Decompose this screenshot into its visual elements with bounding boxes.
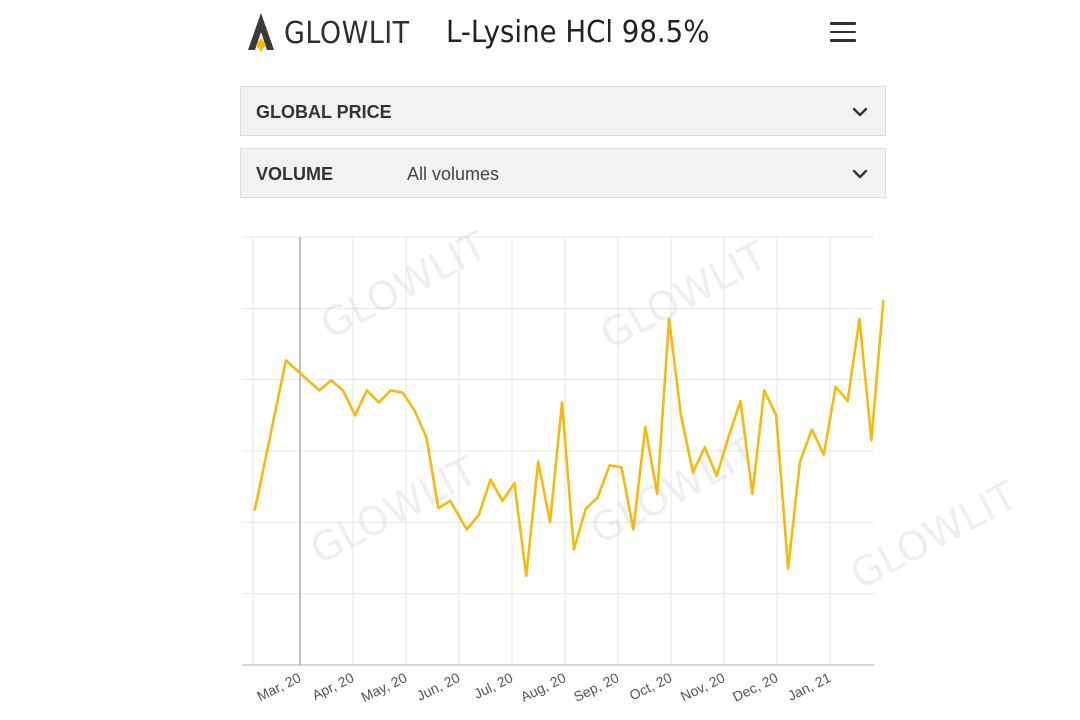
watermark-text: GLOWLIT [583,428,765,554]
watermark-text: GLOWLIT [313,223,495,349]
watermark-text: GLOWLIT [303,448,485,574]
x-tick-label: Jun, 20 [414,669,462,704]
x-axis-ticks: Mar, 20 Apr, 20 May, 20 Jun, 20 Jul, 20 Aug, … [254,669,833,705]
chart-watermark: GLOWLIT GLOWLIT GLOWLIT GLOWLIT GLOWLIT [303,223,1025,599]
x-tick-label: Oct, 20 [627,669,675,703]
price-line-chart: GLOWLIT GLOWLIT GLOWLIT GLOWLIT GLOWLIT Mar,… [242,223,1025,705]
x-tick-label: Jan, 21 [785,669,833,704]
x-tick-label: Dec, 20 [730,669,781,705]
x-tick-label: Apr, 20 [309,669,356,703]
x-tick-label: Mar, 20 [254,669,303,704]
x-tick-label: May, 20 [358,669,409,705]
x-tick-label: Jul, 20 [471,669,515,702]
x-tick-label: Nov, 20 [678,669,728,704]
x-tick-label: Sep, 20 [571,669,622,705]
x-tick-label: Aug, 20 [518,669,569,705]
watermark-text: GLOWLIT [843,473,1025,599]
watermark-text: GLOWLIT [593,233,775,359]
